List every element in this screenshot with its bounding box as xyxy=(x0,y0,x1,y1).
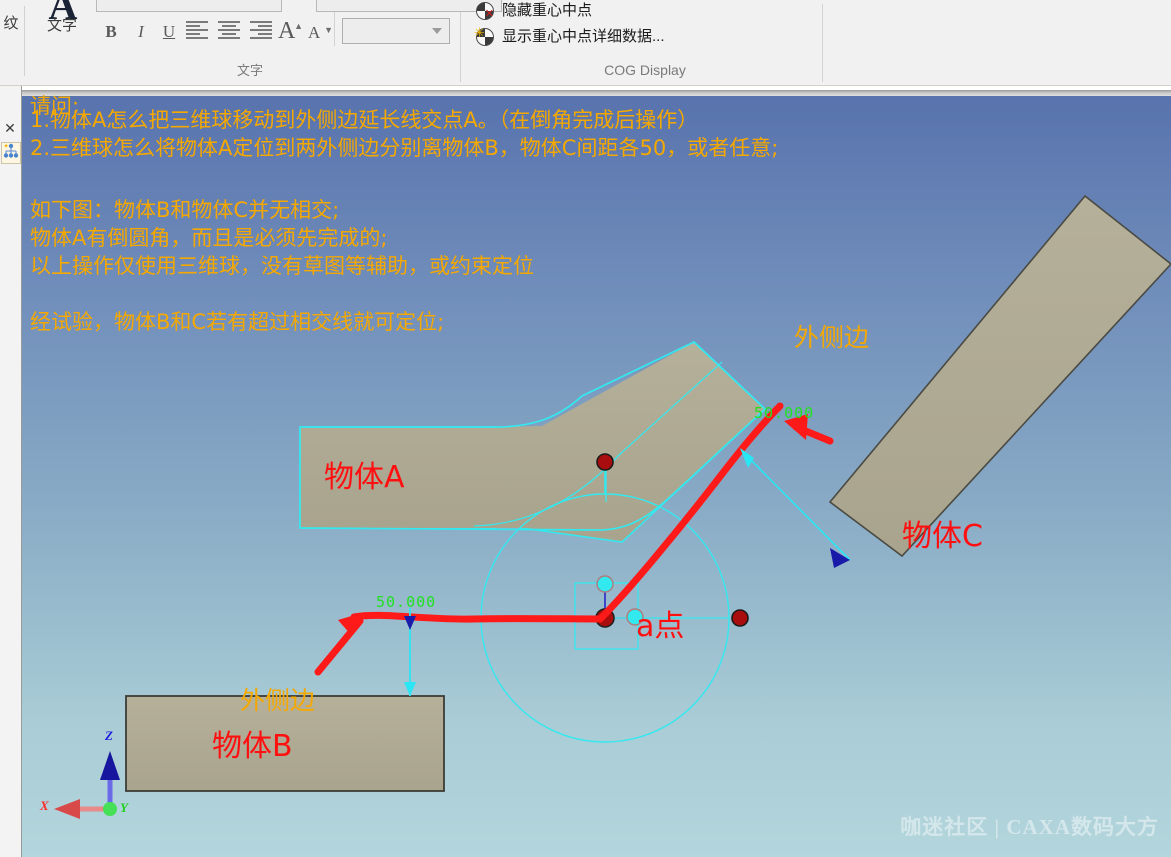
caret-up-icon: ▲ xyxy=(294,21,303,31)
cog-show-detail-label: 显示重心中点详细数据... xyxy=(502,28,665,45)
bold-button[interactable]: B xyxy=(100,20,122,44)
dimension-a-to-b xyxy=(404,608,416,696)
axis-label-y: Y xyxy=(120,800,128,815)
align-line xyxy=(250,21,272,23)
align-line xyxy=(258,33,272,35)
label-outer-edge-right: 外侧边 xyxy=(794,323,870,352)
align-line xyxy=(250,29,272,31)
align-line xyxy=(218,21,240,23)
left-docked-panel: ✕ xyxy=(0,86,22,857)
cad-viewport[interactable]: 1.物体A怎么把三维球移动到外侧边延长线交点A。（在倒角完成后操作） 2.三维球… xyxy=(22,96,1171,857)
shrink-font-button[interactable]: A ▼ xyxy=(308,17,334,45)
align-line xyxy=(186,33,200,35)
dimension-a-to-c xyxy=(740,448,851,568)
font-select[interactable] xyxy=(342,18,450,44)
align-left-button[interactable] xyxy=(186,19,210,45)
question-line-2: 2.三维球怎么将物体A定位到两外侧边分别离物体B，物体C间距各50，或者任意; xyxy=(30,136,779,160)
align-line xyxy=(218,37,240,39)
align-line xyxy=(222,33,236,35)
align-line xyxy=(258,25,272,27)
question-line-1: 1.物体A怎么把三维球移动到外侧边延长线交点A。（在倒角完成后操作） xyxy=(30,108,699,132)
label-point-a: a点 xyxy=(636,609,685,644)
align-line xyxy=(250,37,272,39)
dimension-a-to-b-value: 50.000 xyxy=(376,593,437,611)
group-label-text: 文字 xyxy=(236,63,263,78)
question-line-4: 如下图：物体B和物体C并无相交; xyxy=(30,198,340,222)
label-object-a: 物体A xyxy=(324,460,405,495)
question-line-6: 以上操作仅使用三维球，没有草图等辅助，或约束定位 xyxy=(30,254,534,278)
align-right-button[interactable] xyxy=(250,19,274,45)
application-window: 纹 A 文字 B I U A ▲ A ▼ 文字 ✕ 隐藏重心中点 ✳ 显示重心中… xyxy=(0,0,1171,857)
ribbon-divider-cog xyxy=(822,4,823,82)
align-line xyxy=(186,21,208,23)
chevron-down-icon xyxy=(432,28,442,34)
axis-label-x: X xyxy=(40,798,49,813)
ribbon-divider-3 xyxy=(334,12,335,46)
insert-text-label: 文字 xyxy=(46,17,77,34)
triball-anchor-top xyxy=(596,453,614,471)
star-mark-icon: ✳ xyxy=(474,25,485,40)
coordinate-axes-triad xyxy=(54,751,120,819)
close-mark-icon: ✕ xyxy=(484,8,494,20)
feature-tree-icon[interactable] xyxy=(1,142,21,164)
grow-font-label: A xyxy=(278,18,296,44)
text-height-input[interactable] xyxy=(316,0,502,12)
grow-font-button[interactable]: A ▲ xyxy=(278,17,304,45)
callout-arrow-left xyxy=(314,612,365,676)
watermark: 咖迷社区 | CAXA数码大方 xyxy=(900,815,1159,839)
cog-detail-icon: ✳ xyxy=(474,25,494,46)
object-c-solid[interactable] xyxy=(828,194,1171,558)
ribbon-left-tab-label: 纹 xyxy=(3,15,19,32)
label-object-c: 物体C xyxy=(902,519,983,554)
triball-anchor-right xyxy=(731,609,749,627)
text-style-input[interactable] xyxy=(96,0,282,12)
question-title: 请问: xyxy=(30,94,80,118)
italic-button[interactable]: I xyxy=(130,20,152,44)
caret-down-icon: ▼ xyxy=(324,25,333,35)
axis-label-z: Z xyxy=(105,728,113,743)
triball-handle-top xyxy=(596,575,614,593)
align-center-button[interactable] xyxy=(218,19,242,45)
tree-glyph xyxy=(3,143,19,158)
ribbon-divider-2 xyxy=(460,4,461,82)
align-line xyxy=(186,25,200,27)
align-line xyxy=(218,29,240,31)
align-line xyxy=(186,37,208,39)
ribbon-toolbar: 纹 A 文字 B I U A ▲ A ▼ 文字 ✕ 隐藏重心中点 ✳ 显示重心中… xyxy=(0,0,1171,86)
dimension-a-to-c-value: 50.000 xyxy=(754,404,815,422)
underline-button[interactable]: U xyxy=(158,20,180,44)
align-line xyxy=(222,25,236,27)
cog-hide-center-label: 隐藏重心中点 xyxy=(502,2,593,19)
object-a-solid[interactable] xyxy=(299,245,767,543)
group-label-cog: COG Display xyxy=(604,62,686,78)
question-line-8: 经试验，物体B和C若有超过相交线就可定位; xyxy=(30,310,445,334)
close-icon[interactable]: ✕ xyxy=(2,120,18,136)
label-outer-edge-left: 外侧边 xyxy=(240,686,316,715)
insert-text-button[interactable]: A 文字 xyxy=(30,0,94,48)
label-object-b: 物体B xyxy=(212,729,293,764)
align-line xyxy=(186,29,208,31)
shrink-font-label: A xyxy=(308,23,321,42)
cog-hide-icon: ✕ xyxy=(476,2,494,20)
question-line-5: 物体A有倒圆角，而且是必须先完成的; xyxy=(30,226,388,250)
